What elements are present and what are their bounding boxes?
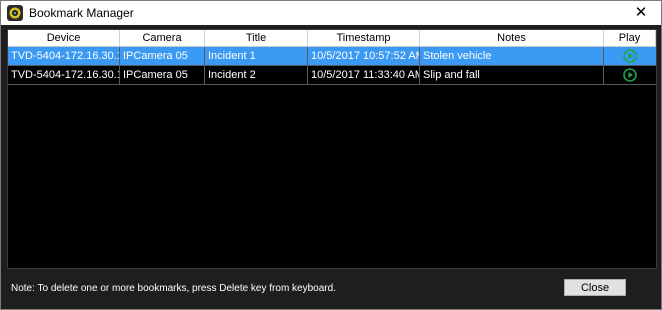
table-row[interactable]: TVD-5404-172.16.30.153 IPCamera 05 Incid… bbox=[8, 47, 656, 66]
title-cell: Incident 1 bbox=[205, 47, 308, 65]
play-cell bbox=[604, 47, 656, 65]
close-button[interactable]: Close bbox=[564, 279, 626, 296]
column-header-timestamp[interactable]: Timestamp bbox=[308, 30, 420, 46]
device-cell: TVD-5404-172.16.30.153 bbox=[8, 47, 120, 65]
title-bar: Bookmark Manager ✕ bbox=[1, 1, 661, 25]
bookmark-table: Device Camera Title Timestamp Notes Play… bbox=[8, 30, 656, 85]
table-header: Device Camera Title Timestamp Notes Play bbox=[8, 30, 656, 47]
notes-cell: Stolen vehicle bbox=[420, 47, 604, 65]
close-icon[interactable]: ✕ bbox=[621, 1, 661, 25]
notes-cell: Slip and fall bbox=[420, 66, 604, 84]
footer-bar: Note: To delete one or more bookmarks, p… bbox=[1, 269, 661, 309]
camera-cell: IPCamera 05 bbox=[120, 47, 205, 65]
column-header-title[interactable]: Title bbox=[205, 30, 308, 46]
timestamp-cell: 10/5/2017 11:33:40 AM bbox=[308, 66, 420, 84]
camera-cell: IPCamera 05 bbox=[120, 66, 205, 84]
timestamp-cell: 10/5/2017 10:57:52 AM bbox=[308, 47, 420, 65]
title-cell: Incident 2 bbox=[205, 66, 308, 84]
column-header-notes[interactable]: Notes bbox=[420, 30, 604, 46]
camera-lens-icon bbox=[7, 5, 23, 21]
table-row[interactable]: TVD-5404-172.16.30.153 IPCamera 05 Incid… bbox=[8, 66, 656, 85]
delete-hint-note: Note: To delete one or more bookmarks, p… bbox=[11, 283, 336, 294]
column-header-device[interactable]: Device bbox=[8, 30, 120, 46]
bookmark-table-area: Device Camera Title Timestamp Notes Play… bbox=[7, 29, 657, 269]
play-cell bbox=[604, 66, 656, 84]
play-circle-icon[interactable] bbox=[623, 49, 637, 63]
window-title: Bookmark Manager bbox=[29, 6, 134, 20]
play-circle-icon[interactable] bbox=[623, 68, 637, 82]
device-cell: TVD-5404-172.16.30.153 bbox=[8, 66, 120, 84]
column-header-play[interactable]: Play bbox=[604, 30, 656, 46]
column-header-camera[interactable]: Camera bbox=[120, 30, 205, 46]
bookmark-manager-window: Bookmark Manager ✕ Device Camera Title T… bbox=[0, 0, 662, 310]
